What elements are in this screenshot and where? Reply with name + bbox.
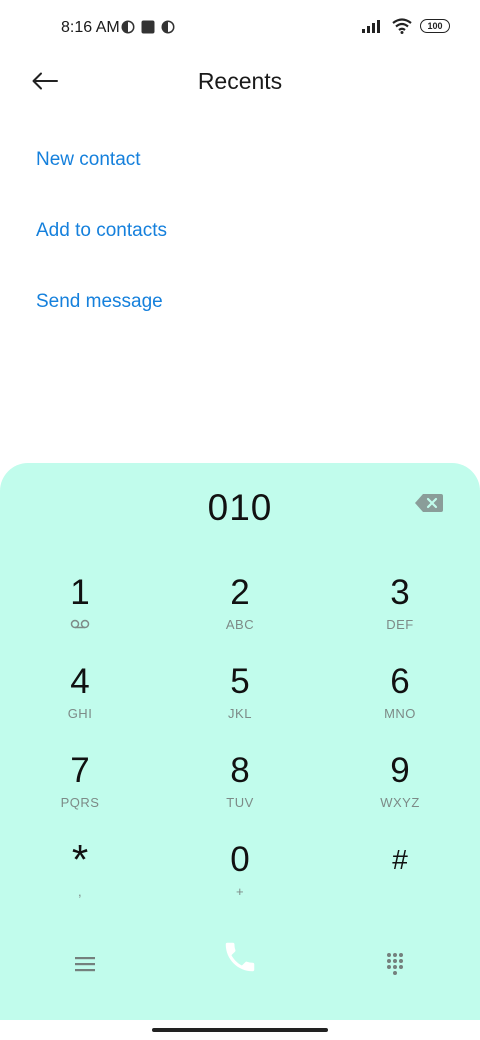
key-letters: JKL [228,706,252,721]
key-letters: DEF [386,617,414,632]
key-digit: 5 [230,662,250,701]
key-digit: 2 [230,573,250,612]
key-8[interactable]: 8 TUV [180,751,300,831]
dialpad-bottom-bar [0,942,480,993]
new-contact-link[interactable]: New contact [36,140,167,211]
key-6[interactable]: 6 MNO [340,662,460,742]
status-bar: 8:16 AM 100 [0,0,480,56]
key-letters: , [77,884,83,899]
key-digit: * [71,836,89,883]
signal-icon [362,20,380,33]
key-letters: TUV [226,795,254,810]
wifi-icon [392,18,412,34]
backspace-icon [415,494,443,512]
key-digit: 1 [70,573,90,612]
key-letters: + [235,884,245,899]
call-button[interactable] [218,935,262,979]
key-digit: 4 [70,662,90,701]
status-time: 8:16 AM [61,19,120,36]
key-letters: ABC [225,617,255,632]
key-digit: 6 [390,662,410,701]
key-7[interactable]: 7 PQRS [20,751,140,831]
key-digit: 9 [390,751,410,790]
key-3[interactable]: 3 DEF [340,573,460,653]
key-letters: WXYZ [380,795,420,810]
key-star[interactable]: * , [20,836,140,920]
key-hash[interactable]: # [340,840,460,920]
notification-app-icon-2 [161,20,175,34]
key-digit: 3 [390,573,410,612]
header: Recents [0,56,480,108]
add-to-contacts-link[interactable]: Add to contacts [36,211,167,282]
notification-app-icon [121,20,135,34]
status-system-icons: 100 [362,18,450,34]
key-5[interactable]: 5 JKL [180,662,300,742]
key-digit: # [392,844,408,875]
key-letters: PQRS [60,795,100,810]
menu-button[interactable] [64,943,106,985]
action-list: New contact Add to contacts Send message [36,140,167,353]
dialpad-grid-icon [387,953,403,975]
menu-icon [75,957,95,972]
home-indicator[interactable] [152,1028,328,1032]
send-message-link[interactable]: Send message [36,282,167,353]
dialpad-panel: 010 1 2 ABC 3 DEF 4 GHI 5 JKL 6 MNO 7 PQ… [0,463,480,1020]
backspace-button[interactable] [414,493,444,513]
key-letters: MNO [384,706,416,721]
notification-square-icon [141,20,155,34]
key-digit: 0 [230,840,250,879]
key-1[interactable]: 1 [20,573,140,653]
dialed-number: 010 [207,487,273,528]
key-4[interactable]: 4 GHI [20,662,140,742]
phone-icon [225,942,255,972]
voicemail-icon [20,617,140,632]
key-digit: 8 [230,751,250,790]
key-9[interactable]: 9 WXYZ [340,751,460,831]
battery-icon: 100 [420,19,450,33]
keypad-toggle-button[interactable] [374,943,416,985]
key-digit: 7 [70,751,90,790]
status-notification-icons [121,20,175,34]
key-letters: GHI [67,706,93,721]
page-title: Recents [197,68,283,94]
key-2[interactable]: 2 ABC [180,573,300,653]
key-0[interactable]: 0 + [180,840,300,920]
